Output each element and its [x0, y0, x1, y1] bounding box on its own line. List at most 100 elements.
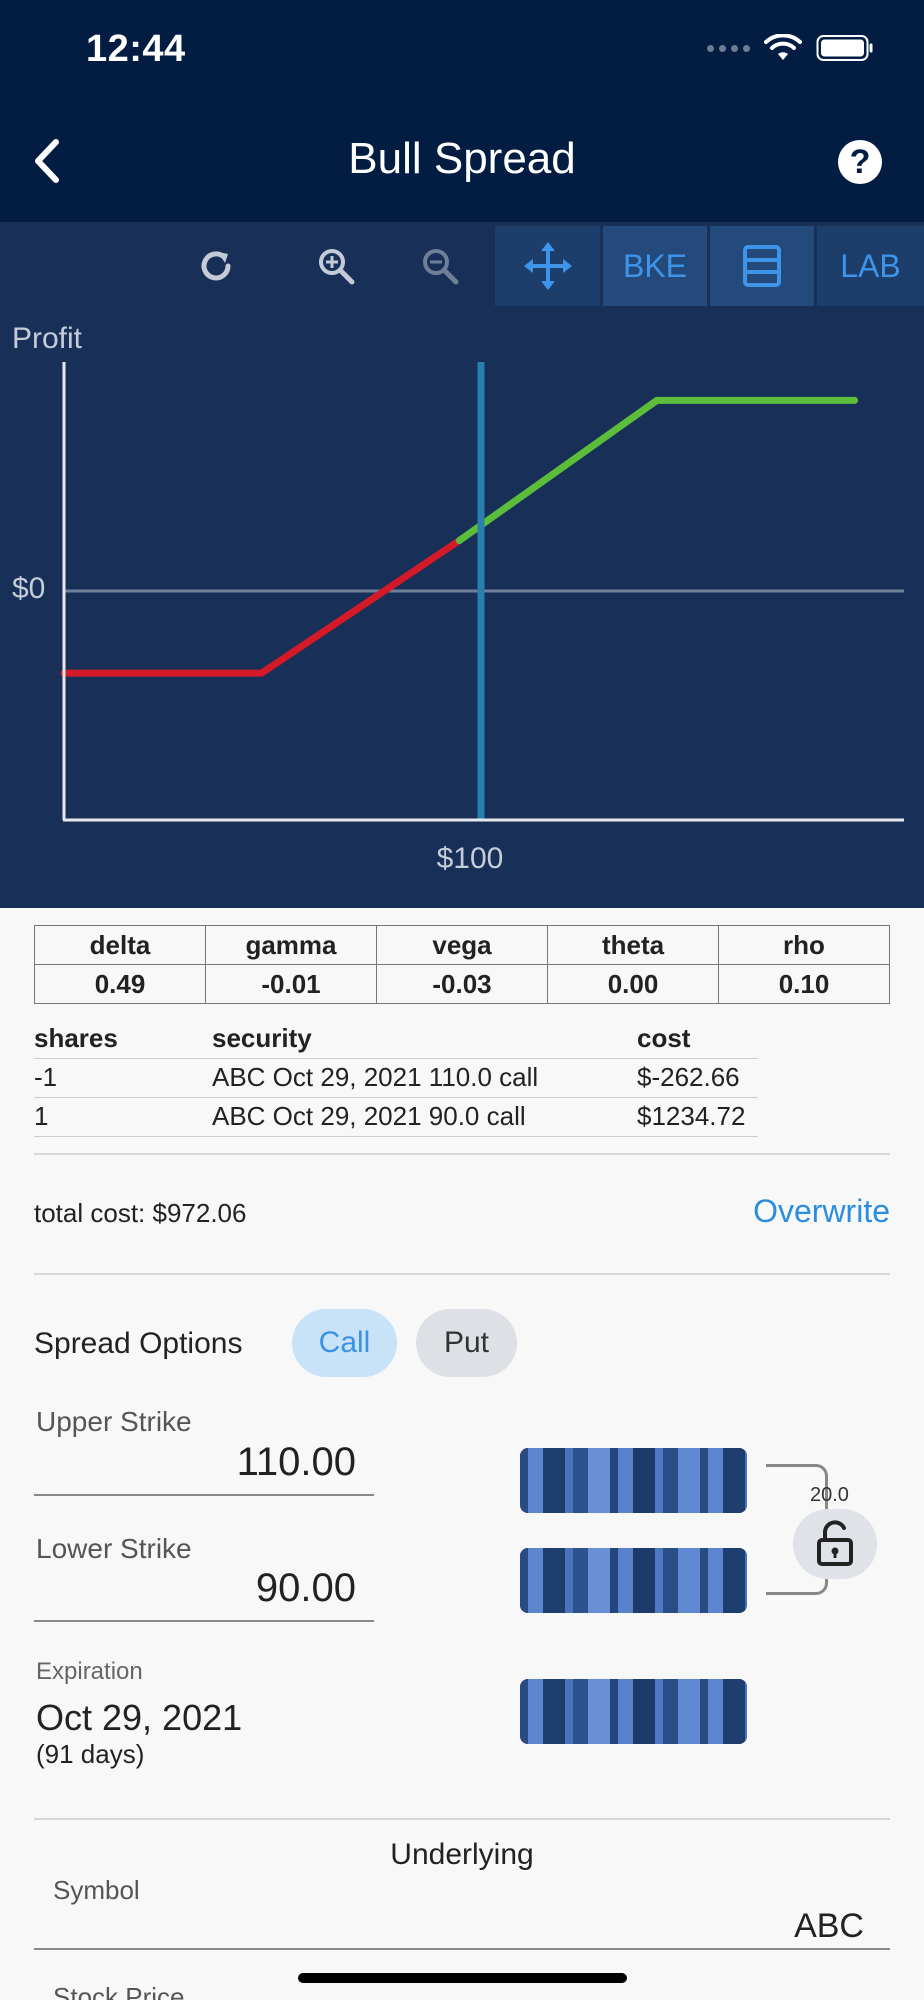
column-header: shares — [34, 1019, 212, 1059]
loss-segment-line — [60, 537, 463, 677]
greek-value: 0.00 — [547, 964, 719, 1004]
overwrite-button[interactable]: Overwrite — [753, 1193, 890, 1230]
page-title: Bull Spread — [348, 134, 576, 183]
spread-options-label: Spread Options — [34, 1327, 243, 1360]
wheel-stripe — [633, 1679, 655, 1744]
wheel-stripe — [745, 1548, 747, 1613]
wheel-stripe — [588, 1679, 610, 1744]
wheel-stripe — [745, 1448, 747, 1513]
zoom-out-button[interactable] — [409, 226, 471, 306]
wheel-stripe — [678, 1448, 700, 1513]
divider — [34, 1818, 890, 1820]
put-toggle[interactable]: Put — [416, 1309, 517, 1377]
wheel-stripe — [708, 1448, 723, 1513]
positions-header-row: shares security cost — [34, 1019, 758, 1059]
wheel-stripe — [708, 1548, 723, 1613]
greek-value: 0.49 — [34, 964, 206, 1004]
wheel-stripe — [588, 1448, 610, 1513]
wheel-stripe — [678, 1679, 700, 1744]
wheel-stripe — [618, 1679, 633, 1744]
wheel-stripe — [700, 1548, 708, 1613]
wheel-stripe — [663, 1679, 678, 1744]
wheel-stripe — [565, 1679, 573, 1744]
total-cost: total cost: $972.06 — [34, 1198, 247, 1228]
wheel-stripe — [618, 1448, 633, 1513]
wheel-stripe — [573, 1679, 588, 1744]
strike-lock-button[interactable] — [793, 1509, 877, 1579]
upper-strike-wheel[interactable] — [520, 1448, 747, 1513]
wheel-stripe — [543, 1448, 565, 1513]
lower-strike-wheel[interactable] — [520, 1548, 747, 1613]
reset-button[interactable] — [185, 226, 247, 306]
chart-canvas — [60, 362, 904, 822]
greeks-table: delta gamma vega theta rho 0.49 -0.01 -0… — [34, 925, 890, 1004]
greeks-value-row: 0.49 -0.01 -0.03 0.00 0.10 — [34, 964, 890, 1004]
call-toggle[interactable]: Call — [292, 1309, 397, 1377]
wifi-icon — [764, 34, 802, 60]
wheel-stripe — [663, 1548, 678, 1613]
wheel-stripe — [633, 1548, 655, 1613]
wheel-stripe — [528, 1448, 543, 1513]
status-icons — [707, 34, 874, 62]
divider — [34, 1153, 890, 1155]
symbol-label: Symbol — [53, 1875, 140, 1905]
battery-icon — [816, 35, 873, 61]
greek-value: 0.10 — [718, 964, 890, 1004]
zoom-out-icon — [423, 249, 459, 285]
zoom-in-button[interactable] — [305, 226, 367, 306]
x-tick-label: $100 — [436, 842, 504, 875]
lab-label: LAB — [840, 247, 901, 284]
wheel-stripe — [723, 1548, 745, 1613]
greek-header: theta — [547, 925, 719, 965]
shares-cell: 1 — [34, 1097, 212, 1137]
strike-gap-value: 20.0 — [810, 1484, 849, 1506]
greek-header: rho — [718, 925, 890, 965]
home-indicator — [298, 1973, 627, 1983]
greek-value: -0.03 — [376, 964, 548, 1004]
help-button[interactable]: ? — [838, 140, 882, 184]
payoff-chart[interactable]: Profit $0 $100 — [0, 310, 924, 908]
refresh-icon — [201, 251, 231, 281]
zoom-in-icon — [319, 249, 355, 285]
wheel-stripe — [723, 1448, 745, 1513]
wheel-stripe — [520, 1548, 528, 1613]
wheel-stripe — [610, 1548, 618, 1613]
lower-strike-input[interactable]: 90.00 — [36, 1566, 356, 1611]
expiration-wheel[interactable] — [520, 1679, 747, 1744]
wheel-stripe — [573, 1548, 588, 1613]
profit-segment-line — [455, 396, 859, 545]
wheel-stripe — [700, 1448, 708, 1513]
symbol-input[interactable]: ABC — [794, 1907, 864, 1946]
greeks-header-row: delta gamma vega theta rho — [34, 925, 890, 965]
table-button[interactable] — [710, 226, 814, 306]
greek-header: gamma — [205, 925, 377, 965]
table-row[interactable]: -1 ABC Oct 29, 2021 110.0 call $-262.66 — [34, 1058, 758, 1098]
wheel-stripe — [618, 1548, 633, 1613]
greek-value: -0.01 — [205, 964, 377, 1004]
field-underline — [34, 1620, 374, 1622]
wheel-stripe — [573, 1448, 588, 1513]
pan-button[interactable] — [495, 226, 600, 306]
status-time: 12:44 — [86, 28, 186, 70]
lab-button[interactable]: LAB — [817, 226, 924, 306]
column-header: cost — [637, 1019, 758, 1059]
wheel-stripe — [655, 1448, 663, 1513]
wheel-stripe — [745, 1679, 747, 1744]
navigation-bar: 12:44 Bull Spread ? — [0, 0, 924, 222]
wheel-stripe — [633, 1448, 655, 1513]
divider — [34, 1273, 890, 1275]
wheel-stripe — [663, 1448, 678, 1513]
upper-strike-input[interactable]: 110.00 — [36, 1440, 356, 1485]
bke-button[interactable]: BKE — [603, 226, 707, 306]
field-underline — [34, 1494, 374, 1496]
greek-header: delta — [34, 925, 206, 965]
table-row[interactable]: 1 ABC Oct 29, 2021 90.0 call $1234.72 — [34, 1097, 758, 1137]
wheel-stripe — [610, 1679, 618, 1744]
expiration-date[interactable]: Oct 29, 2021 — [36, 1697, 242, 1739]
column-header: security — [212, 1019, 637, 1059]
wheel-stripe — [655, 1679, 663, 1744]
signal-icon — [707, 44, 750, 52]
wheel-stripe — [588, 1548, 610, 1613]
wheel-stripe — [565, 1548, 573, 1613]
underlying-section-title: Underlying — [390, 1838, 534, 1871]
